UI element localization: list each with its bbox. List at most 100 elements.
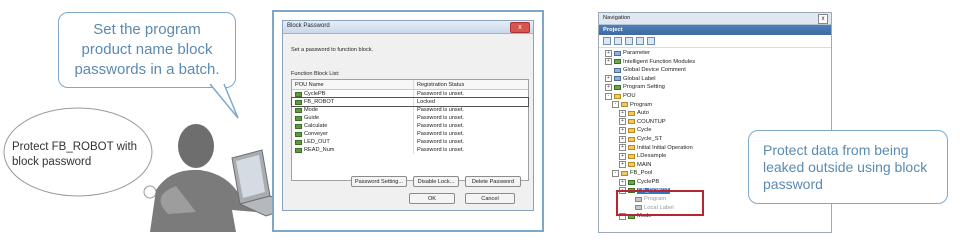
registration-status: Password is unset. — [417, 123, 464, 129]
pou-name-cell: FB_ROBOT — [292, 98, 414, 106]
column-header-pou-name[interactable]: POU Name — [292, 80, 414, 89]
column-header-registration-status[interactable]: Registration Status — [414, 80, 464, 89]
navigation-toolbar — [599, 35, 831, 48]
list-header: POU Name Registration Status — [292, 80, 528, 90]
tree-item-label: Cycle — [637, 127, 652, 134]
table-row[interactable]: CyclePB Password is unset. — [292, 90, 528, 98]
expand-toggle-icon[interactable]: + — [605, 49, 612, 57]
expand-toggle-icon[interactable]: + — [605, 83, 612, 91]
close-icon[interactable]: x — [510, 22, 530, 33]
tree-item[interactable]: + Program Setting — [605, 83, 665, 91]
tree-item-label: CyclePB — [637, 179, 660, 185]
table-row[interactable]: FB_ROBOT Locked — [291, 97, 529, 107]
collapse-icon[interactable] — [614, 37, 622, 45]
tree-item[interactable]: + Initial Initial Operation — [619, 144, 693, 152]
block-password-dialog: Block Password x Set a password to funct… — [282, 20, 534, 211]
table-row[interactable]: Guide Password is unset. — [292, 114, 528, 122]
item-icon — [614, 67, 621, 73]
disable-lock-button[interactable]: Disable Lock... — [413, 176, 459, 187]
close-icon[interactable]: x — [818, 14, 828, 24]
tree-item[interactable]: - FB_Pool — [612, 169, 652, 177]
table-row[interactable]: READ_Num Password is unset. — [292, 146, 528, 154]
navigation-titlebar[interactable]: Navigation x — [599, 13, 831, 25]
collapse-toggle-icon[interactable]: - — [612, 101, 619, 109]
tree-item-label: Global Device Comment — [623, 67, 686, 74]
tree-item-label: Initial Initial Operation — [637, 144, 693, 151]
ok-button[interactable]: OK — [409, 193, 455, 204]
table-row[interactable]: Calculate Password is unset. — [292, 122, 528, 130]
function-block-icon — [295, 99, 302, 105]
folder-icon — [621, 170, 628, 176]
collapse-toggle-icon[interactable]: - — [612, 169, 619, 177]
expand-toggle-icon[interactable]: + — [619, 178, 626, 186]
tree-item[interactable]: + MAIN — [619, 161, 652, 169]
function-block-list[interactable]: POU Name Registration Status CyclePB Pass… — [291, 79, 529, 181]
expand-icon[interactable] — [625, 37, 633, 45]
new-item-icon[interactable] — [603, 37, 611, 45]
table-row[interactable]: LED_OUT Password is unset. — [292, 138, 528, 146]
copy-icon[interactable] — [636, 37, 644, 45]
folder-icon — [628, 162, 635, 168]
expand-toggle-icon[interactable]: + — [619, 109, 626, 117]
registration-status: Password is unset. — [417, 91, 464, 97]
tree-item[interactable]: + COUNTUP — [619, 118, 666, 126]
navigation-title: Navigation — [603, 15, 631, 21]
password-setting-button[interactable]: Password Setting... — [351, 176, 407, 187]
dialog-instruction: Set a password to function block. — [291, 47, 374, 53]
fb-robot-highlight — [616, 190, 704, 216]
tree-item[interactable]: Global Device Comment — [605, 66, 686, 74]
pou-name-cell: Conveyer — [292, 130, 414, 138]
table-row[interactable]: Conveyer Password is unset. — [292, 130, 528, 138]
tree-item[interactable]: + CyclePB — [619, 178, 659, 186]
expand-toggle-icon[interactable]: + — [619, 118, 626, 126]
expand-toggle-icon[interactable]: + — [619, 152, 626, 160]
dialog-titlebar[interactable]: Block Password x — [283, 21, 533, 34]
settings-icon[interactable] — [647, 37, 655, 45]
tab-project[interactable]: Project — [599, 25, 831, 35]
tree-item[interactable]: + Intelligent Function Modules — [605, 58, 695, 66]
tree-item-label: Global Label — [623, 75, 656, 82]
tree-item[interactable]: + LDexample — [619, 152, 666, 160]
callout-tail — [209, 83, 239, 119]
tree-item-label: POU — [623, 93, 636, 99]
person-silhouette — [150, 124, 262, 232]
tree-item[interactable]: + Auto — [619, 109, 649, 117]
folder-icon — [628, 153, 635, 159]
folder-icon — [628, 110, 635, 116]
tree-item[interactable]: + Parameter — [605, 49, 650, 57]
pou-name: Mode — [304, 107, 318, 113]
registration-status: Password is unset. — [417, 115, 464, 121]
tree-item[interactable]: - POU — [605, 92, 636, 100]
expand-toggle-icon[interactable]: + — [605, 58, 612, 66]
tree-item-label: Parameter — [623, 50, 651, 56]
function-block-icon — [295, 107, 302, 113]
tree-item[interactable]: + Cycle — [619, 126, 652, 134]
thought-text: Protect FB_ROBOT with block password — [12, 141, 138, 168]
collapse-toggle-icon[interactable]: - — [605, 92, 612, 100]
tree-item[interactable]: - Program — [612, 101, 652, 109]
function-block-list-label: Function Block List: — [291, 71, 340, 77]
tree-item-label: COUNTUP — [637, 118, 666, 125]
tree-item-label: LDexample — [637, 153, 667, 160]
registration-status: Password is unset. — [417, 147, 464, 153]
item-icon — [614, 50, 621, 56]
callout-protect-data: Protect data from being leaked outside u… — [748, 130, 948, 204]
pou-name: READ_Num — [304, 147, 335, 153]
tree-item[interactable]: + Cycle_ST — [619, 135, 662, 143]
table-row[interactable]: Mode Password is unset. — [292, 106, 528, 114]
expand-toggle-icon[interactable]: + — [619, 161, 626, 169]
cancel-button[interactable]: Cancel — [465, 193, 515, 204]
tree-item-label: Cycle_ST — [637, 136, 663, 142]
expand-toggle-icon[interactable]: + — [619, 135, 626, 143]
pou-name: LED_OUT — [304, 139, 330, 145]
function-block-rows: CyclePB Password is unset. FB_ROBOT Locked M… — [291, 90, 529, 154]
tree-item[interactable]: + Global Label — [605, 75, 656, 83]
expand-toggle-icon[interactable]: + — [619, 144, 626, 152]
tree-item-label: Program Setting — [623, 84, 665, 91]
expand-toggle-icon[interactable]: + — [605, 75, 612, 83]
expand-toggle-icon[interactable]: + — [619, 126, 626, 134]
function-block-icon — [295, 115, 302, 121]
delete-password-button[interactable]: Delete Password — [465, 176, 521, 187]
pou-name: CyclePB — [304, 91, 326, 97]
callout-batch-password-text: Set the program product name block passw… — [74, 21, 220, 78]
